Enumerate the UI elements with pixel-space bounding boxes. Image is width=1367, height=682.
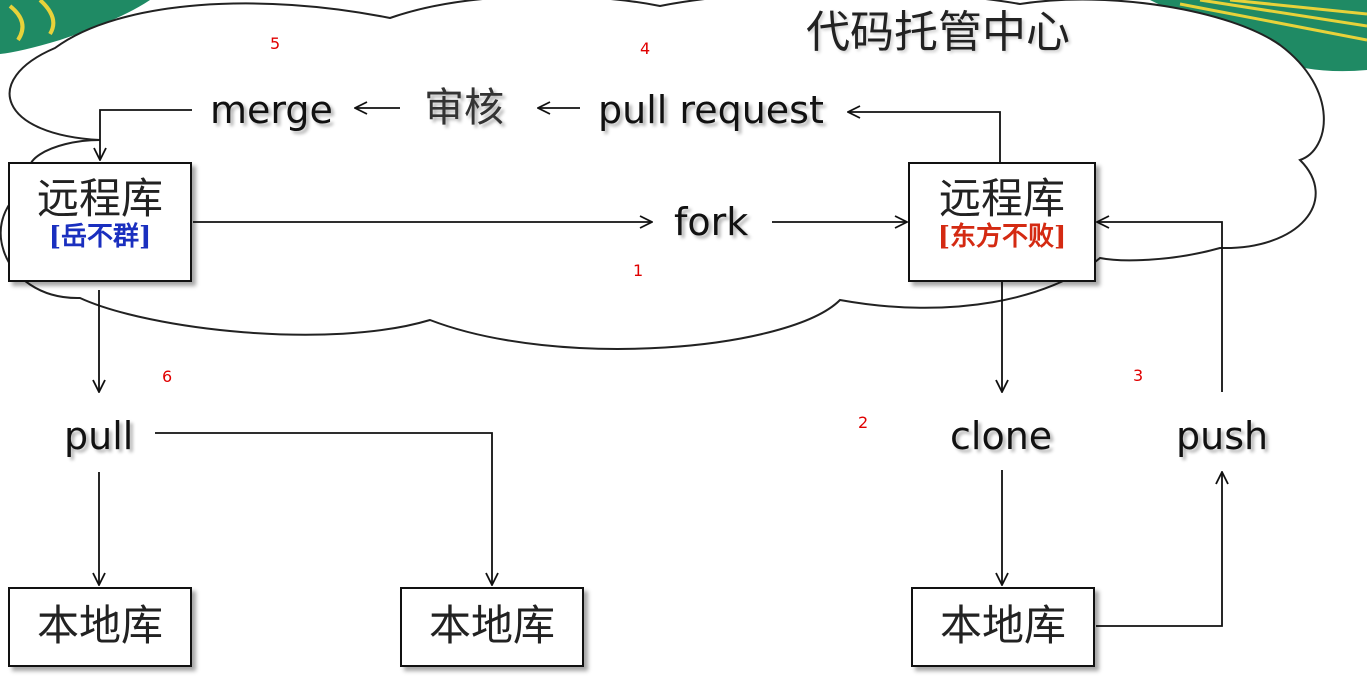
step-number-2: 2 xyxy=(858,413,869,432)
remote-repo-left-owner: [岳不群] xyxy=(48,222,152,252)
remote-repo-left-name: 远程库 xyxy=(36,174,163,223)
fork-label: fork xyxy=(674,200,749,244)
local-repo-c: 本地库 xyxy=(911,587,1095,667)
local-repo-a-label: 本地库 xyxy=(36,601,163,650)
remote-repo-right-name: 远程库 xyxy=(938,174,1065,223)
git-collaboration-diagram: 代码托管中心 远程库 [岳不群] 远程库 [东方不败] 本地库 本地库 本地库 … xyxy=(0,0,1367,682)
step-number-3: 3 xyxy=(1133,366,1144,385)
remote-repo-right-owner: [东方不败] xyxy=(937,222,1067,252)
remote-repo-right: 远程库 [东方不败] xyxy=(908,162,1096,282)
pull-request-label: pull request xyxy=(598,88,824,132)
local-repo-b-label: 本地库 xyxy=(428,601,555,650)
remote-repo-left: 远程库 [岳不群] xyxy=(8,162,192,282)
local-repo-c-label: 本地库 xyxy=(939,601,1066,650)
cloud-shape xyxy=(0,0,1325,350)
cloud-title: 代码托管中心 xyxy=(806,7,1070,58)
merge-label: merge xyxy=(210,88,333,132)
local-repo-b: 本地库 xyxy=(400,587,584,667)
clone-label: clone xyxy=(950,414,1053,458)
step-number-1: 1 xyxy=(633,261,644,280)
review-label: 审核 xyxy=(424,85,504,131)
step-number-4: 4 xyxy=(640,39,651,58)
arrow-pull-to-local-b xyxy=(155,432,492,585)
push-label: push xyxy=(1176,414,1269,458)
pull-label: pull xyxy=(64,414,134,458)
arrow-local-to-push xyxy=(1096,472,1222,627)
local-repo-a: 本地库 xyxy=(8,587,192,667)
step-number-5: 5 xyxy=(270,34,281,53)
step-number-6: 6 xyxy=(162,367,173,386)
